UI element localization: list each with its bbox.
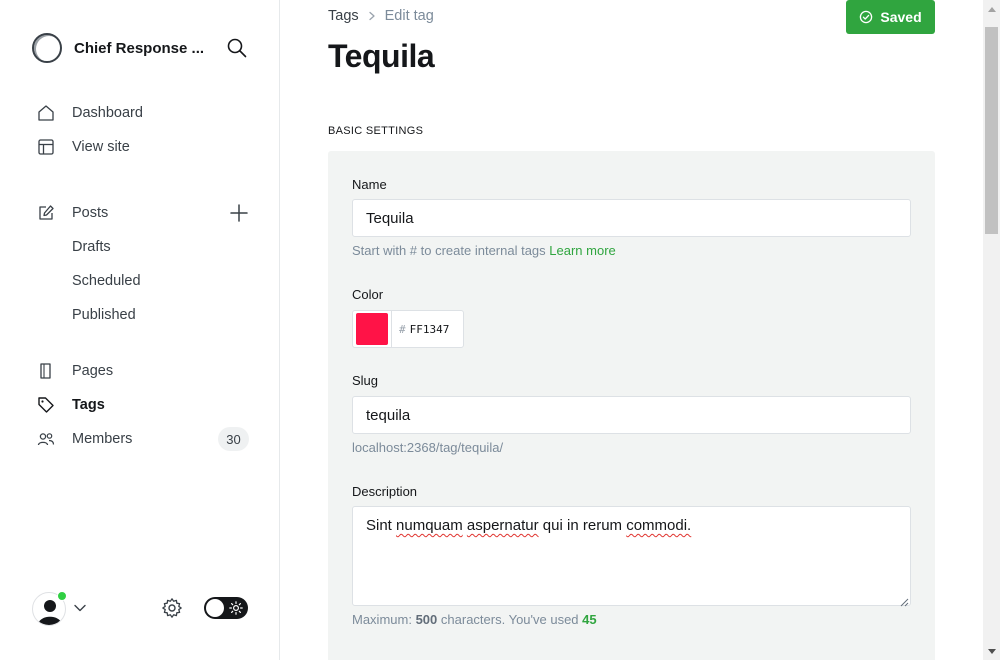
layout-icon [36,137,56,157]
sidebar: Chief Response ... Dashboard View site P… [0,0,280,660]
sidebar-item-scheduled[interactable]: Scheduled [72,268,141,294]
saved-button[interactable]: Saved [846,0,935,34]
page-title: Tequila [328,38,435,74]
slug-input[interactable] [352,396,911,434]
tag-icon [36,395,56,415]
toggle-knob [206,599,224,617]
page-icon [36,361,56,381]
desc-word-misspelled: aspernatur [466,517,539,534]
sidebar-item-pages[interactable]: Pages [36,358,113,384]
slug-url: localhost:2368/tag/tequila/ [352,440,504,455]
desc-word: qui [542,517,563,534]
description-label: Description [352,484,418,499]
breadcrumb-tags-link[interactable]: Tags [328,8,359,24]
color-field: # [352,310,464,348]
desc-hint-mid: characters. You've used [440,612,579,627]
site-brand[interactable]: Chief Response ... [32,33,209,63]
sidebar-item-label: Tags [72,397,105,413]
vertical-scrollbar[interactable] [983,0,1000,660]
sidebar-item-view-site[interactable]: View site [36,134,130,160]
edit-icon [36,203,56,223]
gear-icon[interactable] [161,597,183,619]
slug-label: Slug [352,373,379,388]
sidebar-item-drafts[interactable]: Drafts [72,234,111,260]
desc-hint-max: 500 [415,612,438,627]
desc-word-misspelled: commodi. [626,517,692,534]
scroll-up-arrow-icon[interactable] [983,0,1000,17]
hash-symbol: # [399,322,406,336]
desc-hint-prefix: Maximum: [352,612,412,627]
desc-hint-used: 45 [582,612,597,627]
sidebar-item-label: Members [72,431,133,447]
dark-mode-toggle[interactable] [204,597,248,619]
description-hint: Maximum: 500 characters. You've used 45 [352,612,597,627]
check-circle-icon [859,10,873,24]
search-icon[interactable] [226,37,248,59]
new-post-plus-icon[interactable] [229,203,249,223]
desc-word-misspelled: numquam [396,517,463,534]
members-icon [36,429,56,449]
saved-button-label: Saved [880,9,922,25]
description-textarea[interactable]: Sint numquam aspernatur qui in rerum com… [352,506,911,606]
name-input[interactable] [352,199,911,237]
color-hex-input[interactable] [409,322,462,336]
sidebar-item-label: Dashboard [72,105,143,121]
breadcrumb-current: Edit tag [384,8,434,24]
chevron-down-icon[interactable] [73,601,87,615]
sidebar-item-label: Scheduled [72,273,141,289]
sidebar-item-members[interactable]: Members [36,426,132,452]
sidebar-item-tags[interactable]: Tags [36,392,105,418]
color-divider [391,311,392,347]
resize-grip-icon[interactable] [899,594,909,607]
sidebar-item-published[interactable]: Published [72,302,136,328]
sidebar-item-label: Posts [72,205,109,221]
site-logo [32,33,62,63]
desc-word: rerum [582,517,623,534]
sidebar-item-label: Drafts [72,239,111,255]
site-name: Chief Response ... [74,39,205,57]
user-menu[interactable] [32,591,67,626]
name-label: Name [352,177,387,192]
sun-icon [229,601,243,615]
home-icon [36,103,56,123]
members-count-badge: 30 [218,427,249,451]
breadcrumb: Tags Edit tag [328,8,434,24]
section-title: BASIC SETTINGS [328,125,424,137]
scroll-down-arrow-icon[interactable] [983,643,1000,660]
name-hint: Start with # to create internal tags Lea… [352,243,616,258]
name-hint-text: Start with # to create internal tags [352,243,546,258]
sidebar-item-posts[interactable]: Posts [36,200,108,226]
sidebar-item-dashboard[interactable]: Dashboard [36,100,143,126]
desc-word: Sint [366,517,392,534]
sidebar-item-label: Published [72,307,136,323]
learn-more-link[interactable]: Learn more [549,243,615,258]
scrollbar-thumb[interactable] [985,27,998,234]
color-label: Color [352,287,384,302]
chevron-right-icon [367,11,377,21]
desc-word: in [567,517,579,534]
online-status-dot [57,591,67,601]
sidebar-item-label: View site [72,139,130,155]
sidebar-item-label: Pages [72,363,114,379]
color-swatch[interactable] [356,313,388,345]
